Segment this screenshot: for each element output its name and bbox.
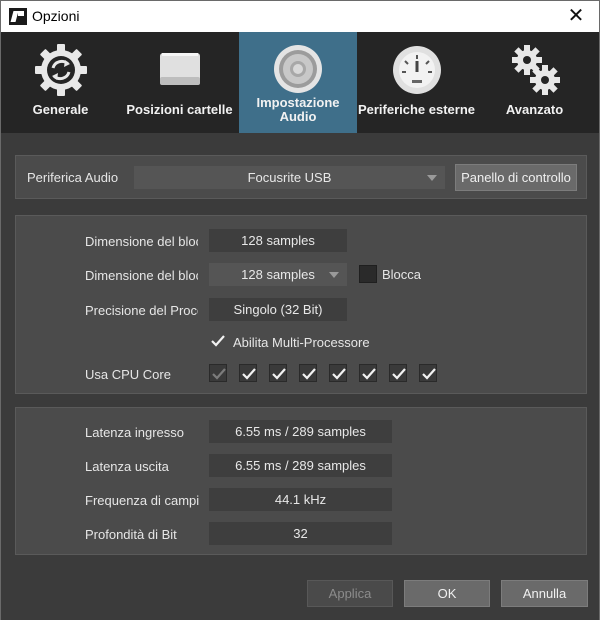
cpu-core-checkbox-3[interactable] <box>269 364 287 382</box>
control-panel-button[interactable]: Panello di controllo <box>455 164 577 191</box>
tab-impostazione-audio-label: Impostazione Audio <box>239 96 357 124</box>
cpu-core-checkbox-5[interactable] <box>329 364 347 382</box>
audio-settings-content: Periferica Audio Focusrite USB Panello d… <box>1 133 599 620</box>
chevron-down-icon <box>427 175 437 181</box>
audio-device-dropdown[interactable]: Focusrite USB <box>134 166 445 189</box>
cpu-core-checkbox-2[interactable] <box>239 364 257 382</box>
gauge-icon <box>392 46 441 94</box>
gears-icon <box>511 45 560 95</box>
bit-depth-label: Profondità di Bit <box>85 527 177 542</box>
chevron-down-icon <box>329 272 339 278</box>
latency-info-panel: Latenza ingresso 6.55 ms / 289 samples L… <box>15 407 587 555</box>
tab-avanzato-label: Avanzato <box>505 102 564 117</box>
cpu-core-checkbox-4[interactable] <box>299 364 317 382</box>
checkmark-icon <box>211 335 225 347</box>
speaker-icon <box>274 45 322 93</box>
buffer-size-label-2: Dimensione del bloc <box>85 268 198 283</box>
checkmark-icon <box>392 368 406 380</box>
tab-generale[interactable]: Generale <box>1 32 120 133</box>
buffer-size-dropdown[interactable]: 128 samples <box>209 263 347 286</box>
tab-label-line-1: Impostazione <box>256 95 340 110</box>
options-category-toolbar: Generale Posizioni cartelle Impostazione… <box>1 32 599 133</box>
tab-avanzato[interactable]: Avanzato <box>476 32 593 133</box>
buffer-size-field-1: 128 samples <box>209 229 347 252</box>
checkmark-icon <box>302 368 316 380</box>
buffer-size-dropdown-value: 128 samples <box>241 267 315 282</box>
buffer-size-label-1: Dimensione del bloc <box>85 234 198 249</box>
tab-generale-label: Generale <box>32 102 89 117</box>
tab-posizioni-cartelle[interactable]: Posizioni cartelle <box>120 32 239 133</box>
ok-button[interactable]: OK <box>404 580 490 607</box>
precision-field: Singolo (32 Bit) <box>209 298 347 321</box>
hard-drive-icon <box>159 53 200 85</box>
audio-device-label: Periferica Audio <box>27 170 119 185</box>
bit-depth-field: 32 <box>209 522 392 545</box>
sample-rate-label: Frequenza di campi <box>85 493 200 508</box>
audio-device-value: Focusrite USB <box>247 170 332 185</box>
window-title: Opzioni <box>32 8 80 24</box>
multiprocessor-label: Abilita Multi-Processore <box>233 335 370 350</box>
processing-panel: Dimensione del bloc 128 samples Dimensio… <box>15 215 587 394</box>
close-button[interactable]: ✕ <box>561 4 591 28</box>
checkmark-icon <box>242 368 256 380</box>
sync-gear-icon <box>34 44 87 96</box>
checkmark-icon <box>332 368 346 380</box>
checkmark-icon <box>422 368 436 380</box>
multiprocessor-checkbox[interactable] <box>209 332 227 350</box>
checkmark-icon <box>362 368 376 380</box>
apply-button[interactable]: Applica <box>307 580 393 607</box>
output-latency-label: Latenza uscita <box>85 459 169 474</box>
options-window: Opzioni ✕ Generale Posizioni cartelle Im… <box>0 0 600 620</box>
input-latency-label: Latenza ingresso <box>85 425 185 440</box>
sample-rate-field: 44.1 kHz <box>209 488 392 511</box>
cpu-core-checkbox-8[interactable] <box>419 364 437 382</box>
app-logo-icon <box>9 8 27 25</box>
cpu-core-checkbox-7[interactable] <box>389 364 407 382</box>
tab-periferiche-esterne[interactable]: Periferiche esterne <box>357 32 476 133</box>
input-latency-field: 6.55 ms / 289 samples <box>209 420 392 443</box>
tab-posizioni-cartelle-label: Posizioni cartelle <box>126 102 233 117</box>
cpu-core-checkbox-1 <box>209 364 227 382</box>
lock-checkbox[interactable] <box>359 265 377 283</box>
tab-impostazione-audio[interactable]: Impostazione Audio <box>239 32 357 133</box>
checkmark-icon <box>212 368 226 380</box>
cpu-core-checkbox-6[interactable] <box>359 364 377 382</box>
checkmark-icon <box>272 368 286 380</box>
title-bar: Opzioni ✕ <box>1 1 599 32</box>
audio-device-panel: Periferica Audio Focusrite USB Panello d… <box>15 155 587 199</box>
cancel-button[interactable]: Annulla <box>501 580 588 607</box>
cpu-core-label: Usa CPU Core <box>85 367 171 382</box>
precision-label: Precisione del Proce <box>85 303 198 318</box>
output-latency-field: 6.55 ms / 289 samples <box>209 454 392 477</box>
tab-label-line-2: Audio <box>279 109 317 124</box>
tab-periferiche-esterne-label: Periferiche esterne <box>357 102 476 117</box>
lock-label: Blocca <box>382 267 422 282</box>
